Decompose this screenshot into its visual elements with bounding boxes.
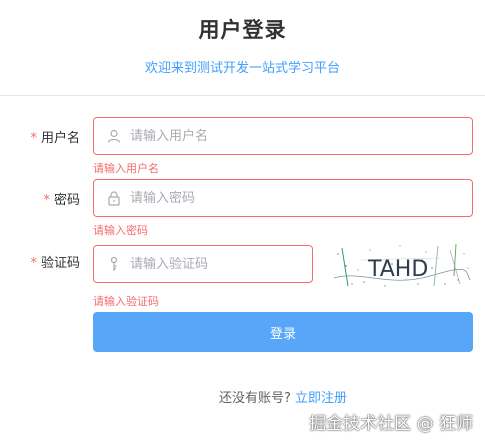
register-line: 还没有账号? 立即注册 — [0, 387, 485, 406]
captcha-field[interactable] — [93, 245, 313, 283]
username-error: 请输入用户名 — [93, 162, 159, 175]
captcha-label: * 验证码 — [30, 252, 80, 271]
login-button[interactable]: 登录 — [93, 312, 473, 352]
required-mark: * — [43, 193, 50, 208]
page-title: 用户登录 — [198, 18, 287, 42]
captcha-text: TAHD — [367, 257, 428, 282]
captcha-label-text: 验证码 — [40, 256, 80, 271]
password-label-text: 密码 — [53, 193, 80, 208]
required-mark: * — [30, 131, 37, 146]
header-divider — [0, 95, 485, 96]
register-prompt: 还没有账号? — [219, 391, 291, 406]
password-label: * 密码 — [43, 189, 80, 208]
password-input[interactable] — [130, 180, 460, 216]
key-icon — [106, 256, 122, 272]
lock-icon — [106, 190, 122, 206]
required-mark: * — [30, 256, 37, 271]
captcha-error: 请输入验证码 — [93, 295, 159, 308]
captcha-image[interactable]: TAHD — [330, 240, 473, 290]
username-field[interactable] — [93, 117, 473, 155]
username-input[interactable] — [130, 118, 460, 154]
captcha-input[interactable] — [130, 246, 300, 282]
page-subtitle: 欢迎来到测试开发一站式学习平台 — [144, 61, 340, 76]
password-field[interactable] — [93, 179, 473, 217]
password-error: 请输入密码 — [93, 224, 148, 237]
user-icon — [106, 128, 122, 144]
register-link[interactable]: 立即注册 — [295, 391, 347, 406]
username-label: * 用户名 — [30, 127, 80, 146]
username-label-text: 用户名 — [40, 131, 80, 146]
watermark: 掘金技术社区 @ 狂师 — [309, 414, 473, 434]
